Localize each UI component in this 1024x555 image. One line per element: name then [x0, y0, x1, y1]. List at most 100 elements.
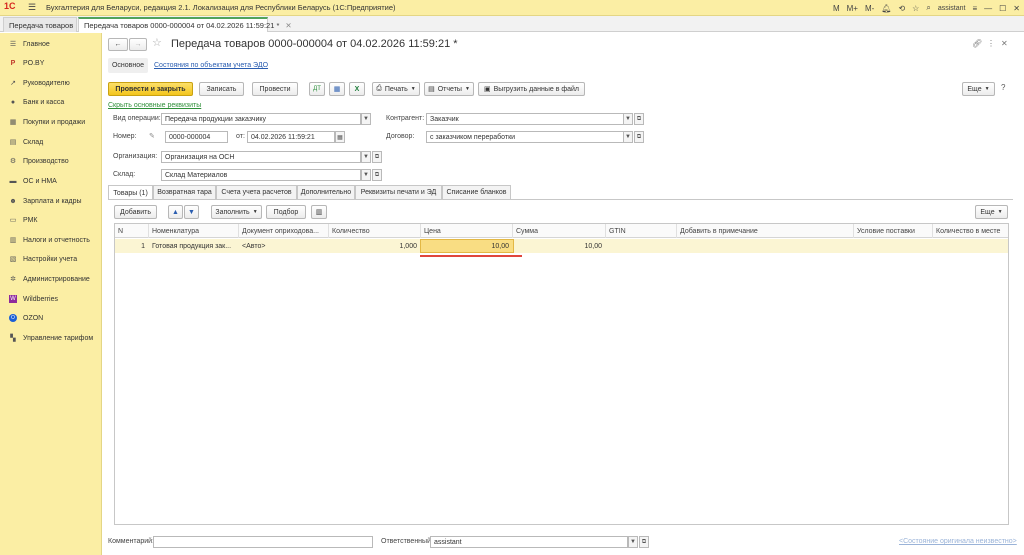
org-field[interactable]: Организация на ОСН — [161, 151, 361, 163]
tab-returnable-containers[interactable]: Возвратная тара — [153, 185, 216, 199]
sidebar-item-wildberries[interactable]: W Wildberries — [0, 290, 102, 308]
sidebar-item-ozon[interactable]: O OZON — [0, 309, 102, 327]
close-form-icon[interactable]: ✕ — [1001, 39, 1008, 48]
col-header-note[interactable]: Добавить в примечание — [677, 224, 854, 238]
col-header-doc[interactable]: Документ оприходова... — [239, 224, 329, 238]
structure-icon[interactable]: ▦ — [329, 82, 345, 96]
col-header-item[interactable]: Номенклатура — [149, 224, 239, 238]
memory-m-button[interactable]: M — [833, 4, 840, 13]
nav-main[interactable]: Основное — [108, 58, 148, 73]
sidebar-item-po-by[interactable]: P PO.BY — [0, 54, 102, 72]
back-button[interactable]: ← — [108, 38, 128, 51]
cell-item[interactable]: Готовая продукция зак... — [149, 239, 239, 253]
user-name[interactable]: assistant — [938, 5, 966, 12]
star-icon[interactable]: ☆ — [912, 4, 919, 13]
sidebar-item-warehouse[interactable]: ▤ Склад — [0, 133, 102, 151]
window-tab-list[interactable]: Передача товаров — [3, 17, 77, 32]
col-header-gtin[interactable]: GTIN — [606, 224, 677, 238]
nav-edo-link[interactable]: Состояния по объектам учета ЭДО — [154, 62, 268, 69]
more-actions-icon[interactable]: ⋮ — [987, 39, 995, 48]
sidebar-item-purchases[interactable]: ▦ Покупки и продажи — [0, 113, 102, 131]
memory-plus-button[interactable]: M+ — [847, 4, 858, 13]
sidebar-item-admin[interactable]: ✲ Администрирование — [0, 270, 102, 288]
save-button[interactable]: Записать — [199, 82, 244, 96]
original-state-link[interactable]: <Состояние оригинала неизвестно> — [899, 538, 1017, 545]
table-row[interactable]: 1 Готовая продукция зак... <Авто> 1,000 … — [115, 239, 1008, 253]
counterparty-dropdown[interactable]: ▼ — [623, 113, 633, 125]
responsible-field[interactable]: assistant — [430, 536, 628, 548]
post-button[interactable]: Провести — [252, 82, 298, 96]
cell-sum[interactable]: 10,00 — [513, 239, 606, 253]
post-and-close-button[interactable]: Провести и закрыть — [108, 82, 193, 96]
org-open-icon[interactable]: ⧉ — [372, 151, 382, 163]
col-header-qty[interactable]: Количество — [329, 224, 421, 238]
settings-icon[interactable]: ≡ — [972, 4, 977, 13]
move-up-icon[interactable]: ▲ — [168, 205, 183, 219]
warehouse-open-icon[interactable]: ⧉ — [372, 169, 382, 181]
contract-field[interactable]: с заказчиком переработки — [426, 131, 624, 143]
sidebar-item-director[interactable]: ↗ Руководителю — [0, 74, 102, 92]
responsible-dropdown[interactable]: ▼ — [628, 536, 638, 548]
warehouse-dropdown[interactable]: ▼ — [361, 169, 371, 181]
fill-button[interactable]: Заполнить ▼ — [211, 205, 262, 219]
grid-more-button[interactable]: Еще ▼ — [975, 205, 1008, 219]
maximize-icon[interactable]: ☐ — [999, 4, 1006, 13]
date-field[interactable]: 04.02.2026 11:59:21 — [247, 131, 335, 143]
org-dropdown[interactable]: ▼ — [361, 151, 371, 163]
reports-button[interactable]: ▤ Отчеты ▼ — [424, 82, 474, 96]
search-icon[interactable]: ⌕ — [926, 3, 930, 13]
history-icon[interactable]: ⟲ — [898, 4, 905, 13]
sidebar-item-accounting-settings[interactable]: ▧ Настройки учета — [0, 250, 102, 268]
select-button[interactable]: Подбор — [266, 205, 306, 219]
tab-print-details[interactable]: Реквизиты печати и ЭД — [355, 185, 442, 199]
cell-price[interactable]: 10,00 — [420, 239, 514, 253]
sidebar-item-salary[interactable]: ☻ Зарплата и кадры — [0, 192, 102, 210]
counterparty-open-icon[interactable]: ⧉ — [634, 113, 644, 125]
col-header-delivery[interactable]: Условие поставки — [854, 224, 933, 238]
op-type-dropdown[interactable]: ▼ — [361, 113, 371, 125]
sidebar-item-pos[interactable]: ▭ РМК — [0, 211, 102, 229]
col-header-qty-place[interactable]: Количество в месте — [933, 224, 1008, 238]
memory-minus-button[interactable]: M- — [865, 4, 874, 13]
cell-doc[interactable]: <Авто> — [239, 239, 329, 253]
sidebar-item-bank[interactable]: ● Банк и касса — [0, 93, 102, 111]
bell-icon[interactable]: 🔔︎ — [881, 4, 891, 13]
counterparty-field[interactable]: Заказчик — [426, 113, 624, 125]
hide-details-link[interactable]: Скрыть основные реквизиты — [108, 102, 201, 109]
comment-field[interactable] — [153, 536, 373, 548]
minimize-icon[interactable]: — — [984, 4, 992, 13]
sidebar-item-production[interactable]: ⚙ Производство — [0, 152, 102, 170]
close-tab-icon[interactable]: ✕ — [285, 21, 291, 30]
more-button[interactable]: Еще ▼ — [962, 82, 995, 96]
cell-qty[interactable]: 1,000 — [329, 239, 421, 253]
dt-kt-icon[interactable]: ДТ — [309, 82, 325, 96]
tab-settlement-accounts[interactable]: Счета учета расчетов — [216, 185, 297, 199]
add-row-button[interactable]: Добавить — [114, 205, 157, 219]
contract-open-icon[interactable]: ⧉ — [634, 131, 644, 143]
number-edit-icon[interactable]: ✎ — [149, 132, 155, 140]
tab-additional[interactable]: Дополнительно — [297, 185, 355, 199]
main-menu-icon[interactable]: ☰ — [28, 2, 38, 13]
forward-button[interactable]: → — [129, 38, 147, 51]
close-icon[interactable]: ✕ — [1013, 4, 1020, 13]
col-header-n[interactable]: N — [115, 224, 149, 238]
export-button[interactable]: ▣ Выгрузить данные в файл — [478, 82, 585, 96]
sidebar-item-assets[interactable]: ▬ ОС и НМА — [0, 172, 102, 190]
warehouse-field[interactable]: Склад Материалов — [161, 169, 361, 181]
sidebar-item-taxes[interactable]: ▥ Налоги и отчетность — [0, 231, 102, 249]
favorite-star-icon[interactable]: ☆ — [152, 36, 162, 49]
col-header-price[interactable]: Цена — [421, 224, 513, 238]
move-down-icon[interactable]: ▼ — [184, 205, 199, 219]
window-tab-document[interactable]: Передача товаров 0000-000004 от 04.02.20… — [78, 17, 292, 32]
number-field[interactable]: 0000-000004 — [165, 131, 228, 143]
col-header-sum[interactable]: Сумма — [513, 224, 606, 238]
help-icon[interactable]: ? — [1001, 83, 1005, 92]
barcode-icon[interactable]: ▥ — [311, 205, 327, 219]
tab-goods[interactable]: Товары (1) — [108, 185, 153, 200]
link-icon[interactable]: 🔗︎ — [972, 39, 982, 48]
contract-dropdown[interactable]: ▼ — [623, 131, 633, 143]
calendar-icon[interactable]: ▦ — [335, 131, 345, 143]
responsible-open-icon[interactable]: ⧉ — [639, 536, 649, 548]
op-type-field[interactable]: Передача продукции заказчику — [161, 113, 361, 125]
sidebar-item-tariff[interactable]: ▚ Управление тарифом — [0, 329, 102, 347]
